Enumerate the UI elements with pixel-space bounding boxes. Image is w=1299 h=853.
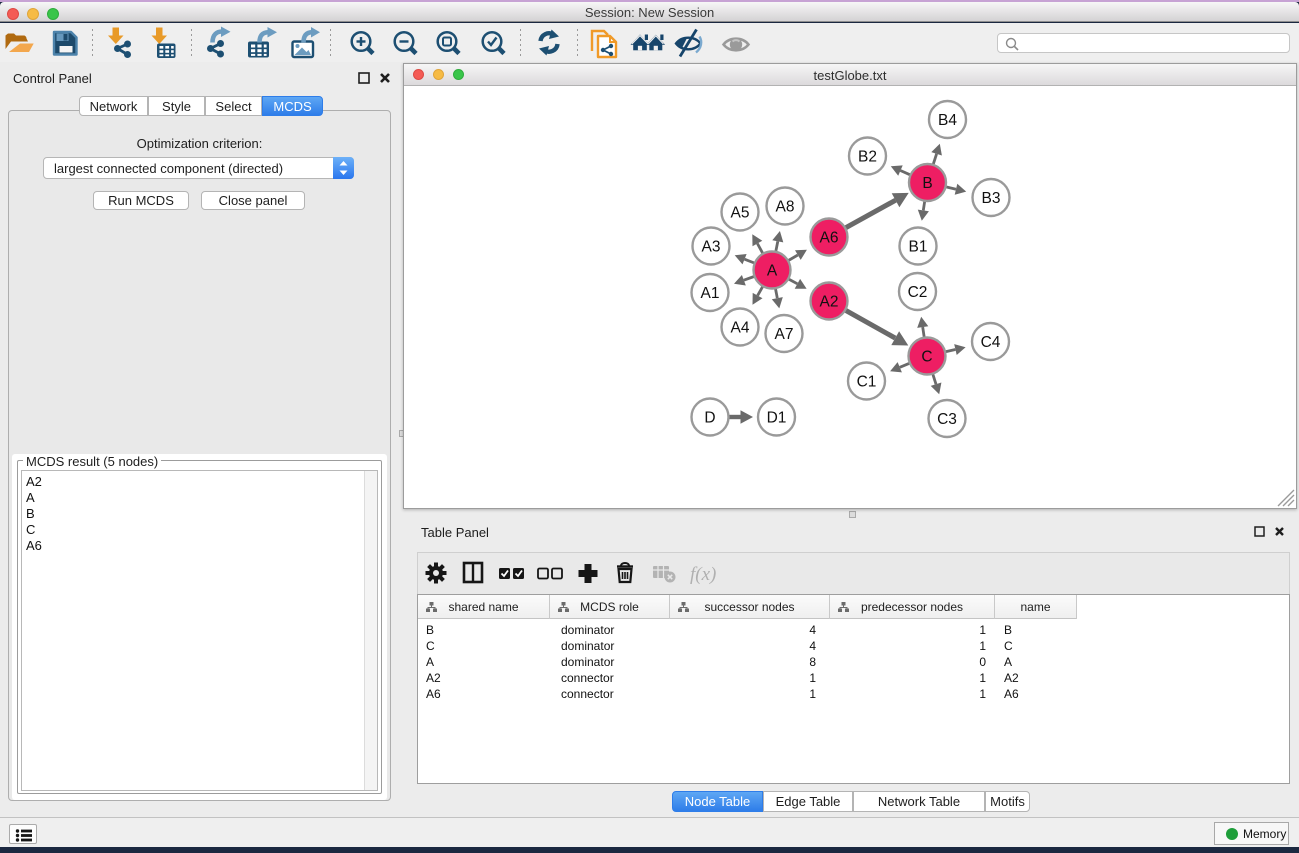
svg-text:A8: A8 xyxy=(776,199,795,216)
svg-text:B1: B1 xyxy=(909,239,928,256)
svg-text:A6: A6 xyxy=(820,230,839,247)
svg-text:A7: A7 xyxy=(775,326,794,343)
svg-text:A1: A1 xyxy=(701,285,720,302)
svg-text:D: D xyxy=(704,410,715,427)
svg-text:C3: C3 xyxy=(937,411,957,428)
svg-text:B4: B4 xyxy=(938,112,957,129)
svg-text:A2: A2 xyxy=(820,294,839,311)
svg-text:A5: A5 xyxy=(731,205,750,222)
svg-text:f(x): f(x) xyxy=(690,564,716,585)
svg-text:B3: B3 xyxy=(982,190,1001,207)
svg-text:D1: D1 xyxy=(767,410,787,427)
svg-text:C4: C4 xyxy=(981,334,1001,351)
svg-text:A3: A3 xyxy=(702,239,721,256)
svg-text:A4: A4 xyxy=(731,320,750,337)
svg-text:C2: C2 xyxy=(908,284,928,301)
svg-text:B: B xyxy=(922,175,932,192)
svg-text:C1: C1 xyxy=(857,374,877,391)
svg-text:A: A xyxy=(767,263,778,280)
svg-text:C: C xyxy=(921,349,932,366)
svg-text:B2: B2 xyxy=(858,149,877,166)
